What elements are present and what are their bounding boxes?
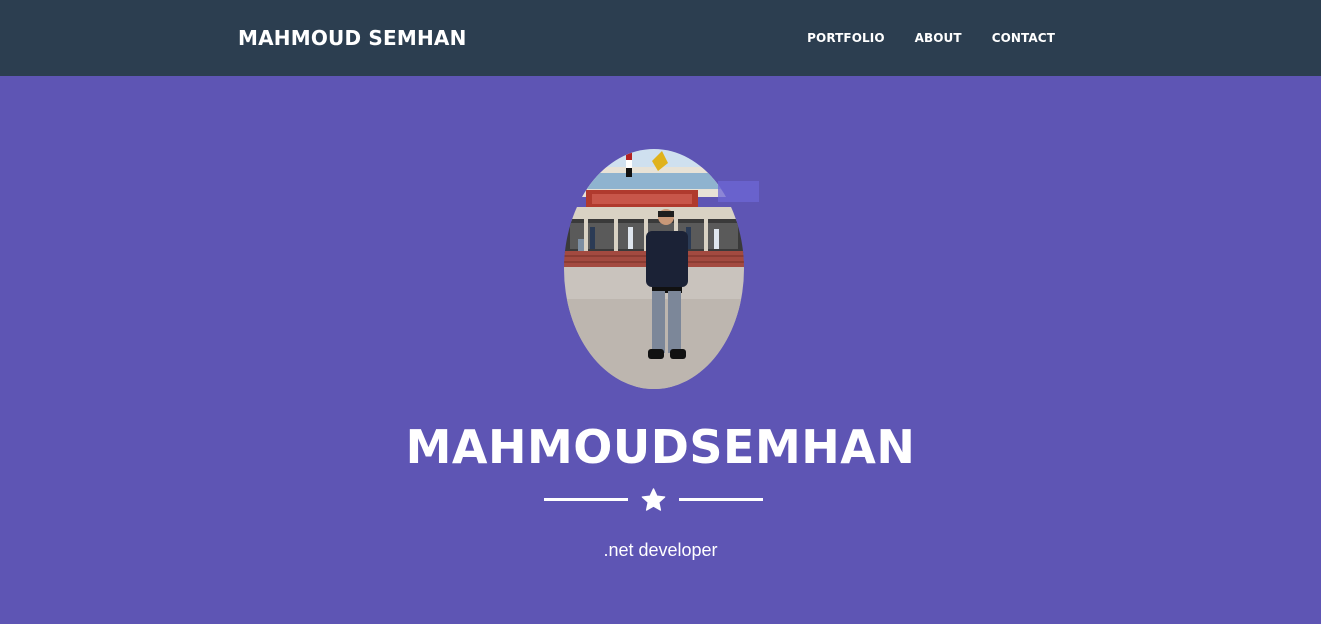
- nav-links: PORTFOLIO ABOUT CONTACT: [807, 30, 1055, 46]
- profile-avatar: [564, 149, 744, 389]
- masthead-subheading: .net developer: [603, 540, 718, 560]
- navbar: MAHMOUD SEMHAN PORTFOLIO ABOUT CONTACT: [0, 0, 1321, 76]
- star-divider: [544, 486, 763, 514]
- masthead-heading: MAHMOUDSEMHAN: [405, 420, 916, 474]
- profile-photo: [564, 149, 744, 389]
- divider-line-right: [679, 498, 763, 501]
- star-icon: [641, 488, 666, 511]
- divider-line-left: [544, 498, 628, 501]
- nav-link-portfolio[interactable]: PORTFOLIO: [807, 30, 885, 46]
- nav-link-contact[interactable]: CONTACT: [992, 30, 1055, 46]
- brand-link[interactable]: MAHMOUD SEMHAN: [238, 24, 467, 52]
- image-overlay-strip: [718, 181, 759, 202]
- nav-link-about[interactable]: ABOUT: [915, 30, 962, 46]
